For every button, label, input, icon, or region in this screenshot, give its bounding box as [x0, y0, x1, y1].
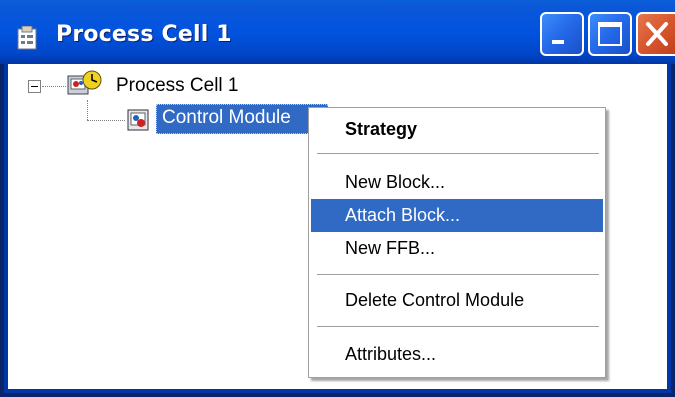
close-button[interactable] — [636, 12, 675, 56]
title-bar[interactable]: Process Cell 1 — [0, 0, 675, 64]
window-icon — [17, 26, 37, 50]
tree-connector — [87, 120, 125, 121]
maximize-icon — [598, 22, 622, 46]
tree-connector — [87, 100, 88, 120]
menu-item-new-block[interactable]: New Block... — [311, 166, 603, 199]
minimize-button[interactable] — [540, 12, 584, 56]
tree-node-control-module[interactable]: Control Module — [162, 107, 291, 129]
context-menu: Strategy New Block... Attach Block... Ne… — [308, 107, 606, 378]
window-title: Process Cell 1 — [56, 22, 232, 47]
collapse-toggle[interactable] — [28, 80, 41, 93]
menu-item-attributes[interactable]: Attributes... — [311, 338, 603, 371]
menu-separator — [317, 153, 599, 154]
minimize-icon — [552, 40, 564, 44]
menu-item-delete-control-module[interactable]: Delete Control Module — [311, 284, 603, 317]
process-cell-icon — [67, 70, 102, 95]
menu-item-attach-block[interactable]: Attach Block... — [311, 199, 603, 232]
tree-node-process-cell[interactable]: Process Cell 1 — [116, 75, 239, 97]
control-module-icon — [127, 109, 149, 131]
tree-connector — [42, 86, 66, 87]
menu-item-new-ffb[interactable]: New FFB... — [311, 232, 603, 265]
menu-separator — [317, 326, 599, 327]
maximize-button[interactable] — [588, 12, 632, 56]
menu-item-strategy[interactable]: Strategy — [311, 113, 603, 146]
menu-separator — [317, 274, 599, 275]
close-icon — [646, 22, 668, 46]
